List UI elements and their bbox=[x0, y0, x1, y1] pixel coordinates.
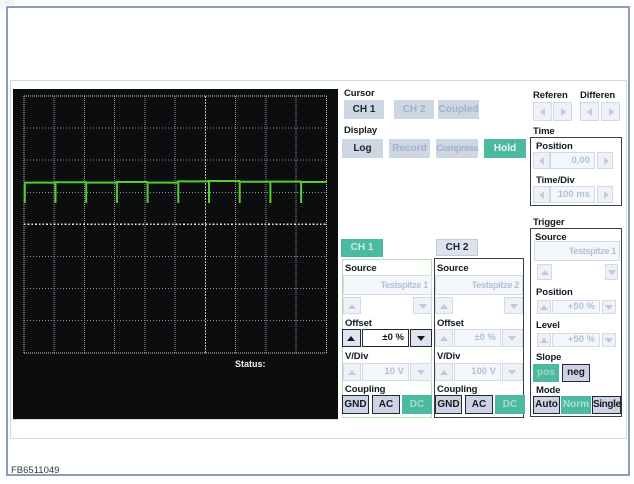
svg-text:Status:: Status: bbox=[235, 359, 266, 369]
